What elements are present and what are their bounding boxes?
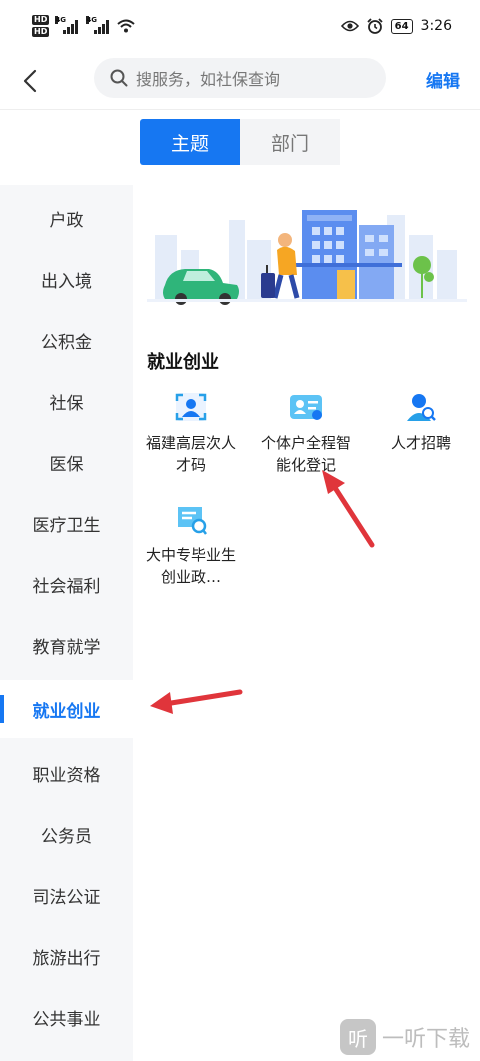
tab-theme[interactable]: 主题 — [140, 119, 240, 165]
id-card-icon — [286, 390, 326, 424]
banner-illustration — [147, 210, 467, 305]
section-title: 就业创业 — [147, 352, 219, 373]
signal-icon: 4G — [86, 16, 110, 34]
watermark: 听 一听下载 — [339, 1019, 470, 1055]
clock: 3:26 — [420, 18, 452, 34]
hd-badge: HD — [32, 15, 50, 25]
back-button[interactable] — [0, 52, 60, 110]
sidebar-item-immigration[interactable]: 出入境 — [0, 250, 133, 308]
chevron-left-icon — [23, 69, 37, 92]
sidebar-item-qualification[interactable]: 职业资格 — [0, 744, 133, 802]
sidebar-item-public-utilities[interactable]: 公共事业 — [0, 988, 133, 1046]
service-label: 人才招聘 — [390, 434, 451, 452]
tab-bar: 主题 部门 — [140, 119, 340, 165]
network-type-label: 4G — [55, 16, 66, 24]
search-input[interactable]: 搜服务，如社保查询 — [94, 58, 386, 98]
service-label: 大中专毕业生创业政… — [145, 546, 236, 586]
certificate-icon — [171, 502, 211, 536]
service-talent-code[interactable]: 福建高层次人才码 — [136, 390, 246, 476]
status-right: 64 3:26 — [340, 18, 452, 34]
alarm-icon — [366, 18, 383, 34]
tab-department[interactable]: 部门 — [240, 119, 340, 165]
sidebar-item-housing-fund[interactable]: 公积金 — [0, 311, 133, 369]
wifi-icon — [117, 19, 136, 33]
sidebar-item-medical-insurance[interactable]: 医保 — [0, 433, 133, 491]
hd-indicators: HD HD — [32, 15, 50, 37]
top-nav-bar: 搜服务，如社保查询 编辑 — [0, 52, 480, 110]
search-placeholder: 搜服务，如社保查询 — [136, 70, 281, 89]
eye-icon — [340, 20, 359, 32]
sidebar-item-social-security[interactable]: 社保 — [0, 372, 133, 430]
annotation-arrow — [322, 470, 375, 548]
service-graduate-startup[interactable]: 大中专毕业生创业政… — [136, 502, 246, 588]
sidebar-item-notary[interactable]: 司法公证 — [0, 866, 133, 924]
annotation-arrow — [150, 689, 243, 714]
sidebar-item-healthcare[interactable]: 医疗卫生 — [0, 494, 133, 552]
sidebar-item-education[interactable]: 教育就学 — [0, 616, 133, 674]
sidebar-item-household[interactable]: 户政 — [0, 189, 133, 247]
battery-indicator: 64 — [390, 18, 413, 34]
service-talent-recruitment[interactable]: 人才招聘 — [366, 390, 476, 454]
search-icon — [110, 69, 128, 87]
watermark-text: 一听下载 — [381, 1027, 470, 1052]
watermark-logo: 听 — [339, 1019, 376, 1055]
edit-button[interactable]: 编辑 — [426, 67, 460, 92]
category-sidebar: 户政 出入境 公积金 社保 医保 医疗卫生 社会福利 教育就学 就业创业 职业资… — [0, 185, 133, 1061]
status-bar: HD HD 4G 4G 64 3:26 — [0, 0, 480, 52]
status-left: HD HD 4G 4G — [32, 15, 136, 37]
sidebar-item-social-welfare[interactable]: 社会福利 — [0, 555, 133, 613]
sidebar-item-employment[interactable]: 就业创业 — [0, 680, 133, 738]
signal-icon: 4G — [55, 16, 79, 34]
network-type-label: 4G — [86, 16, 97, 24]
face-scan-icon — [171, 390, 211, 424]
sidebar-item-civil-servant[interactable]: 公务员 — [0, 805, 133, 863]
talent-search-icon — [401, 390, 441, 424]
service-label: 福建高层次人才码 — [145, 434, 236, 474]
sidebar-item-travel[interactable]: 旅游出行 — [0, 927, 133, 985]
hd-badge: HD — [32, 27, 50, 37]
